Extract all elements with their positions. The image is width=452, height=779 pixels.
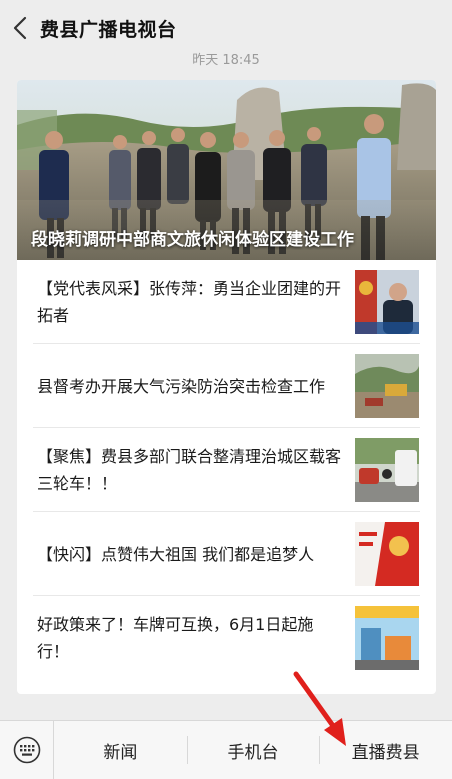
chevron-left-icon: [13, 16, 27, 40]
list-item[interactable]: 【党代表风采】张传萍：勇当企业团建的开拓者: [17, 260, 436, 344]
article-card: 段晓莉调研中部商文旅休闲体验区建设工作 【党代表风采】张传萍：勇当企业团建的开拓…: [17, 80, 436, 694]
hero-title: 段晓莉调研中部商文旅休闲体验区建设工作: [31, 230, 354, 250]
list-item[interactable]: 县督考办开展大气污染防治突击检查工作: [17, 344, 436, 428]
news-title: 【快闪】点赞伟大祖国 我们都是追梦人: [37, 544, 315, 564]
chat-header: 费县广播电视台: [0, 0, 452, 56]
list-item[interactable]: 【聚焦】费县多部门联合整清理治城区载客三轮车！！: [17, 428, 436, 512]
party-rep-thumbnail: [355, 270, 419, 334]
account-title: 费县广播电视台: [40, 18, 177, 41]
construction-site-thumbnail: [355, 354, 419, 418]
news-title: 好政策来了！车牌可互换，6月1日起施行！: [37, 615, 314, 661]
news-title: 【党代表风采】张传萍：勇当企业团建的开拓者: [37, 279, 342, 325]
red-banner-thumbnail: [355, 522, 419, 586]
menu-mobile-tv[interactable]: 手机台: [186, 721, 320, 779]
keyboard-toggle-button[interactable]: [0, 720, 54, 779]
city-building-thumbnail: [355, 606, 419, 670]
menu-news[interactable]: 新闻: [54, 721, 187, 779]
street-vehicles-thumbnail: [355, 438, 419, 502]
list-item[interactable]: 好政策来了！车牌可互换，6月1日起施行！: [17, 596, 436, 680]
bottom-menu: 新闻 手机台 直播费县: [0, 720, 452, 779]
news-title: 【聚焦】费县多部门联合整清理治城区载客三轮车！！: [37, 447, 342, 493]
news-title: 县督考办开展大气污染防治突击检查工作: [37, 376, 326, 396]
list-item[interactable]: 【快闪】点赞伟大祖国 我们都是追梦人: [17, 512, 436, 596]
back-button[interactable]: [0, 0, 40, 56]
hero-article[interactable]: 段晓莉调研中部商文旅休闲体验区建设工作: [17, 80, 436, 260]
keyboard-icon: [13, 736, 40, 764]
message-timestamp: 昨天 18:45: [192, 53, 260, 68]
menu-live-feixian[interactable]: 直播费县: [319, 721, 452, 779]
